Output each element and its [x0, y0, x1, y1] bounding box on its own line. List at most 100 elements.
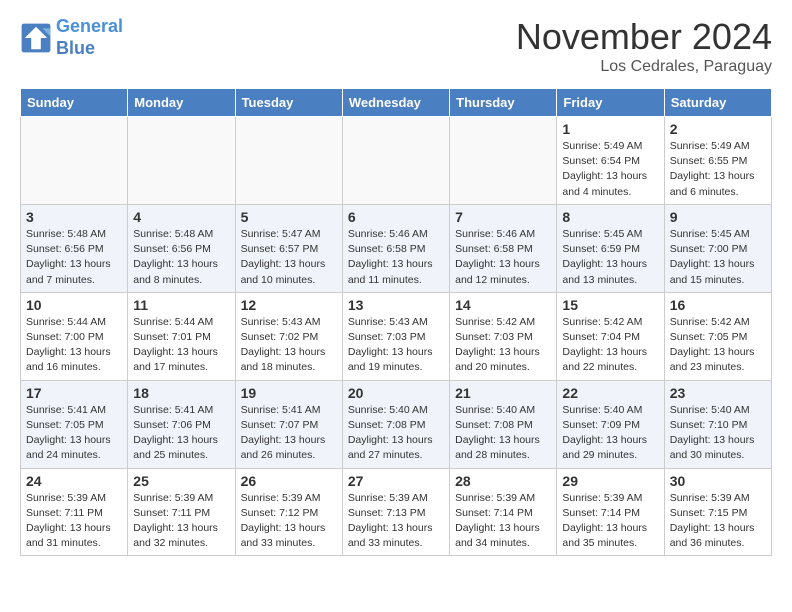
day-info: Sunrise: 5:46 AMSunset: 6:58 PMDaylight:…: [348, 227, 444, 288]
calendar-cell: 11Sunrise: 5:44 AMSunset: 7:01 PMDayligh…: [128, 292, 235, 380]
calendar-cell: 13 Sunrise: 5:43 AMSunset: 7:03 PMDayligh…: [342, 292, 449, 380]
logo-line1: General: [56, 16, 123, 36]
col-wednesday: Wednesday: [342, 89, 449, 117]
logo: General Blue: [20, 16, 123, 59]
day-info: Sunrise: 5:43 AMSunset: 7:03 PMDaylight:…: [348, 315, 444, 376]
calendar-cell: 20 Sunrise: 5:40 AMSunset: 7:08 PMDayligh…: [342, 380, 449, 468]
calendar-cell: 8 Sunrise: 5:45 AMSunset: 6:59 PMDaylight…: [557, 204, 664, 292]
col-tuesday: Tuesday: [235, 89, 342, 117]
header-row: Sunday Monday Tuesday Wednesday Thursday…: [21, 89, 772, 117]
calendar-cell: 21 Sunrise: 5:40 AMSunset: 7:08 PMDayligh…: [450, 380, 557, 468]
day-info: Sunrise: 5:42 AMSunset: 7:04 PMDaylight:…: [562, 315, 658, 376]
day-number: 16: [670, 297, 766, 313]
day-number: 13: [348, 297, 444, 313]
day-number: 5: [241, 209, 337, 225]
day-info: Sunrise: 5:42 AMSunset: 7:05 PMDaylight:…: [670, 315, 766, 376]
day-info: Sunrise: 5:39 AMSunset: 7:13 PMDaylight:…: [348, 491, 444, 552]
day-number: 1: [562, 121, 658, 137]
day-info: Sunrise: 5:41 AMSunset: 7:06 PMDaylight:…: [133, 403, 229, 464]
page: General Blue November 2024 Los Cedrales,…: [0, 0, 792, 572]
day-info: Sunrise: 5:45 AMSunset: 6:59 PMDaylight:…: [562, 227, 658, 288]
calendar-cell: [21, 117, 128, 205]
day-number: 6: [348, 209, 444, 225]
calendar-cell: 30Sunrise: 5:39 AMSunset: 7:15 PMDayligh…: [664, 468, 771, 556]
day-number: 10: [26, 297, 122, 313]
calendar-cell: 5 Sunrise: 5:47 AMSunset: 6:57 PMDaylight…: [235, 204, 342, 292]
day-number: 25: [133, 473, 229, 489]
day-number: 29: [562, 473, 658, 489]
day-info: Sunrise: 5:39 AMSunset: 7:14 PMDaylight:…: [562, 491, 658, 552]
logo-icon: [20, 22, 52, 54]
col-monday: Monday: [128, 89, 235, 117]
day-info: Sunrise: 5:45 AMSunset: 7:00 PMDaylight:…: [670, 227, 766, 288]
calendar-cell: 27Sunrise: 5:39 AMSunset: 7:13 PMDayligh…: [342, 468, 449, 556]
month-title: November 2024: [516, 16, 772, 58]
calendar-cell: 6 Sunrise: 5:46 AMSunset: 6:58 PMDaylight…: [342, 204, 449, 292]
day-number: 21: [455, 385, 551, 401]
calendar-cell: 18 Sunrise: 5:41 AMSunset: 7:06 PMDayligh…: [128, 380, 235, 468]
day-number: 8: [562, 209, 658, 225]
calendar-cell: 14 Sunrise: 5:42 AMSunset: 7:03 PMDayligh…: [450, 292, 557, 380]
calendar-cell: 28Sunrise: 5:39 AMSunset: 7:14 PMDayligh…: [450, 468, 557, 556]
title-block: November 2024 Los Cedrales, Paraguay: [516, 16, 772, 76]
day-info: Sunrise: 5:48 AMSunset: 6:56 PMDaylight:…: [133, 227, 229, 288]
day-number: 12: [241, 297, 337, 313]
day-number: 19: [241, 385, 337, 401]
calendar-table: Sunday Monday Tuesday Wednesday Thursday…: [20, 88, 772, 556]
calendar-cell: [450, 117, 557, 205]
calendar-cell: 26 Sunrise: 5:39 AMSunset: 7:12 PMDayligh…: [235, 468, 342, 556]
calendar-cell: 7Sunrise: 5:46 AMSunset: 6:58 PMDaylight…: [450, 204, 557, 292]
day-info: Sunrise: 5:40 AMSunset: 7:08 PMDaylight:…: [455, 403, 551, 464]
calendar-cell: 16 Sunrise: 5:42 AMSunset: 7:05 PMDayligh…: [664, 292, 771, 380]
header: General Blue November 2024 Los Cedrales,…: [20, 16, 772, 76]
day-number: 18: [133, 385, 229, 401]
calendar-cell: 22 Sunrise: 5:40 AMSunset: 7:09 PMDayligh…: [557, 380, 664, 468]
day-number: 7: [455, 209, 551, 225]
day-info: Sunrise: 5:41 AMSunset: 7:05 PMDaylight:…: [26, 403, 122, 464]
calendar-cell: 29 Sunrise: 5:39 AMSunset: 7:14 PMDayligh…: [557, 468, 664, 556]
day-number: 20: [348, 385, 444, 401]
day-info: Sunrise: 5:39 AMSunset: 7:11 PMDaylight:…: [26, 491, 122, 552]
day-number: 28: [455, 473, 551, 489]
week-row-2: 3Sunrise: 5:48 AMSunset: 6:56 PMDaylight…: [21, 204, 772, 292]
calendar-cell: 10Sunrise: 5:44 AMSunset: 7:00 PMDayligh…: [21, 292, 128, 380]
day-info: Sunrise: 5:39 AMSunset: 7:15 PMDaylight:…: [670, 491, 766, 552]
day-number: 24: [26, 473, 122, 489]
col-saturday: Saturday: [664, 89, 771, 117]
day-number: 2: [670, 121, 766, 137]
day-number: 17: [26, 385, 122, 401]
location: Los Cedrales, Paraguay: [516, 58, 772, 76]
day-info: Sunrise: 5:42 AMSunset: 7:03 PMDaylight:…: [455, 315, 551, 376]
calendar-cell: 3Sunrise: 5:48 AMSunset: 6:56 PMDaylight…: [21, 204, 128, 292]
day-number: 9: [670, 209, 766, 225]
day-info: Sunrise: 5:48 AMSunset: 6:56 PMDaylight:…: [26, 227, 122, 288]
day-info: Sunrise: 5:40 AMSunset: 7:09 PMDaylight:…: [562, 403, 658, 464]
day-number: 14: [455, 297, 551, 313]
col-thursday: Thursday: [450, 89, 557, 117]
day-info: Sunrise: 5:40 AMSunset: 7:08 PMDaylight:…: [348, 403, 444, 464]
day-info: Sunrise: 5:43 AMSunset: 7:02 PMDaylight:…: [241, 315, 337, 376]
calendar-cell: 17 Sunrise: 5:41 AMSunset: 7:05 PMDayligh…: [21, 380, 128, 468]
week-row-4: 17 Sunrise: 5:41 AMSunset: 7:05 PMDayligh…: [21, 380, 772, 468]
calendar-cell: 2Sunrise: 5:49 AMSunset: 6:55 PMDaylight…: [664, 117, 771, 205]
day-number: 11: [133, 297, 229, 313]
week-row-3: 10Sunrise: 5:44 AMSunset: 7:00 PMDayligh…: [21, 292, 772, 380]
calendar-cell: 25Sunrise: 5:39 AMSunset: 7:11 PMDayligh…: [128, 468, 235, 556]
col-sunday: Sunday: [21, 89, 128, 117]
day-info: Sunrise: 5:47 AMSunset: 6:57 PMDaylight:…: [241, 227, 337, 288]
day-number: 22: [562, 385, 658, 401]
calendar-cell: 24 Sunrise: 5:39 AMSunset: 7:11 PMDayligh…: [21, 468, 128, 556]
day-info: Sunrise: 5:40 AMSunset: 7:10 PMDaylight:…: [670, 403, 766, 464]
week-row-1: 1Sunrise: 5:49 AMSunset: 6:54 PMDaylight…: [21, 117, 772, 205]
day-info: Sunrise: 5:41 AMSunset: 7:07 PMDaylight:…: [241, 403, 337, 464]
calendar-cell: 4 Sunrise: 5:48 AMSunset: 6:56 PMDaylight…: [128, 204, 235, 292]
calendar-cell: 23 Sunrise: 5:40 AMSunset: 7:10 PMDayligh…: [664, 380, 771, 468]
logo-line2: Blue: [56, 38, 95, 58]
calendar-cell: 12 Sunrise: 5:43 AMSunset: 7:02 PMDayligh…: [235, 292, 342, 380]
col-friday: Friday: [557, 89, 664, 117]
day-number: 23: [670, 385, 766, 401]
day-info: Sunrise: 5:39 AMSunset: 7:12 PMDaylight:…: [241, 491, 337, 552]
day-number: 26: [241, 473, 337, 489]
calendar-cell: [235, 117, 342, 205]
day-number: 4: [133, 209, 229, 225]
